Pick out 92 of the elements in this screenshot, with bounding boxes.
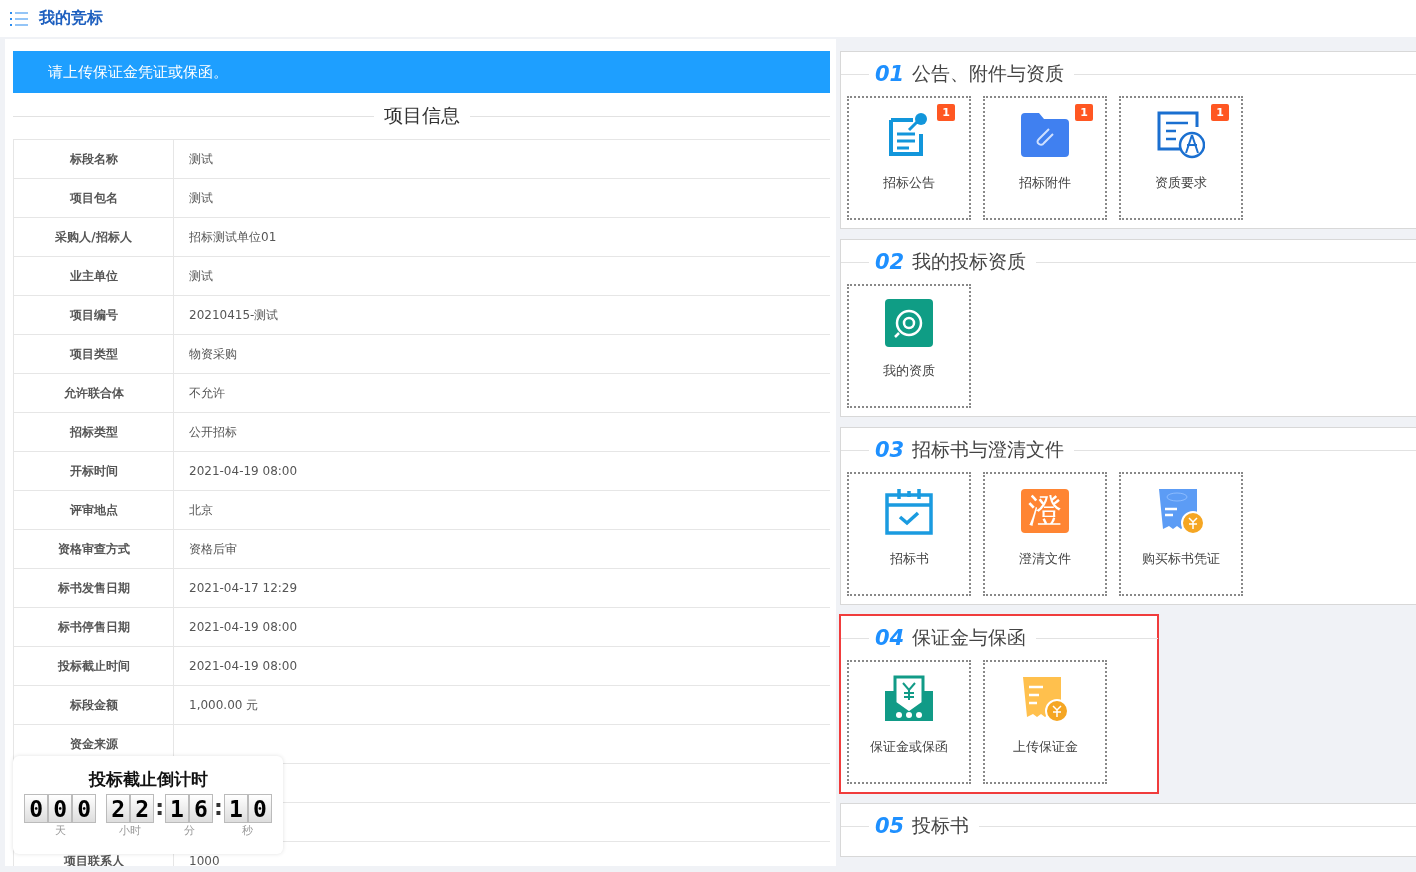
field-value: 2021-04-19 08:00: [189, 464, 298, 478]
menu-icon[interactable]: [10, 10, 28, 27]
field-label: 标段名称: [69, 150, 118, 168]
field-value: 2021-04-19 08:00: [189, 659, 298, 673]
function-tile[interactable]: 1 招标公告: [847, 96, 971, 220]
time-unit: 天: [54, 823, 66, 838]
field-label: 允许联合体: [63, 384, 124, 402]
step-title: 保证金与保函: [912, 625, 1027, 650]
tile-label: 澄清文件: [1019, 550, 1071, 568]
step-title: 投标书: [912, 813, 970, 838]
field-label: 项目包名: [69, 189, 118, 207]
step-number: 05: [875, 814, 905, 838]
step-title: 招标书与澄清文件: [912, 437, 1065, 462]
field-value: 1,000.00 元: [189, 696, 259, 714]
field-value: 公开招标: [189, 423, 237, 441]
countdown-digit: 0: [72, 794, 97, 823]
field-label: 开标时间: [69, 462, 118, 480]
countdown-digit: 2: [106, 794, 131, 823]
field-value: 2021-04-17 12:29: [189, 581, 298, 595]
step-title: 我的投标资质: [912, 249, 1027, 274]
field-label: 招标类型: [69, 423, 118, 441]
section-title: 项目信息: [383, 103, 460, 128]
field-label: 评审地点: [69, 501, 118, 519]
folder-icon: [1021, 113, 1069, 157]
time-separator: :: [154, 794, 165, 821]
field-value: 资格后审: [189, 540, 237, 558]
count-badge: 1: [1075, 104, 1093, 121]
page-title: 我的竞标: [39, 8, 103, 29]
calendar-check-icon: [885, 487, 933, 535]
countdown-title: 投标截止倒计时: [88, 768, 208, 791]
countdown-digit: 0: [24, 794, 49, 823]
time-unit: 分: [183, 823, 195, 838]
field-label: 项目编号: [69, 306, 118, 324]
field-label: 投标截止时间: [57, 657, 130, 675]
countdown-digit: 2: [130, 794, 155, 823]
time-separator: :: [213, 794, 224, 821]
countdown-digit: 6: [189, 794, 213, 823]
tile-label: 上传保证金: [1012, 738, 1078, 756]
field-value: 测试: [189, 267, 213, 285]
field-value: 1000: [189, 854, 220, 866]
field-value: 北京: [189, 501, 213, 519]
field-label: 标书发售日期: [57, 579, 130, 597]
function-tile[interactable]: 1 招标附件: [983, 96, 1107, 220]
function-tile[interactable]: 招标书: [847, 472, 971, 596]
tile-label: 保证金或保函: [870, 738, 948, 756]
step-number: 04: [875, 626, 905, 650]
field-value: 测试: [189, 150, 213, 168]
field-value: 20210415-测试: [189, 306, 279, 324]
field-label: 项目类型: [69, 345, 118, 363]
count-badge: 1: [1211, 104, 1229, 121]
speech-bubble-icon: 澄: [1021, 489, 1069, 533]
field-label: 资金来源: [69, 735, 118, 753]
document-compass-icon: [1157, 111, 1205, 159]
step-number: 02: [875, 250, 905, 274]
field-label: 资格审查方式: [57, 540, 130, 558]
field-label: 业主单位: [69, 267, 118, 285]
function-tile[interactable]: 保证金或保函: [847, 660, 971, 784]
countdown-digit: 0: [247, 794, 272, 823]
receipt-coin-icon: [1021, 675, 1069, 723]
countdown-digit: 1: [165, 794, 189, 823]
step-title: 公告、附件与资质: [912, 61, 1065, 86]
tile-label: 我的资质: [883, 362, 935, 380]
tile-label: 招标公告: [883, 174, 935, 192]
field-label: 标段金额: [69, 696, 118, 714]
tile-label: 招标附件: [1019, 174, 1071, 192]
step-number: 03: [875, 438, 905, 462]
field-value: 不允许: [189, 384, 225, 402]
receipt-coin-icon: [1157, 487, 1205, 535]
field-label: 标书停售日期: [57, 618, 130, 636]
function-tile[interactable]: 我的资质: [847, 284, 971, 408]
field-value: 2021-04-19 08:00: [189, 620, 298, 634]
tile-label: 购买标书凭证: [1142, 550, 1220, 568]
countdown-digit: 1: [223, 794, 248, 823]
target-icon: [885, 299, 933, 347]
field-label: 项目联系人: [63, 852, 124, 866]
notice-banner: 请上传保证金凭证或保函。: [13, 51, 830, 93]
tile-label: 资质要求: [1155, 174, 1207, 192]
field-value: 物资采购: [189, 345, 237, 363]
count-badge: 1: [937, 104, 955, 121]
function-tile[interactable]: 1 资质要求: [1119, 96, 1243, 220]
step-number: 01: [875, 62, 905, 86]
field-value: 招标测试单位01: [189, 228, 277, 246]
money-envelope-icon: [885, 675, 933, 723]
function-tile[interactable]: 上传保证金: [983, 660, 1107, 784]
time-unit: 小时: [119, 823, 142, 838]
time-unit: 秒: [242, 823, 254, 838]
tile-label: 招标书: [889, 550, 929, 568]
function-tile[interactable]: 澄 澄清文件: [983, 472, 1107, 596]
function-tile[interactable]: 购买标书凭证: [1119, 472, 1243, 596]
field-value: 测试: [189, 189, 213, 207]
countdown-digit: 0: [48, 794, 73, 823]
field-label: 采购人/招标人: [55, 228, 132, 246]
